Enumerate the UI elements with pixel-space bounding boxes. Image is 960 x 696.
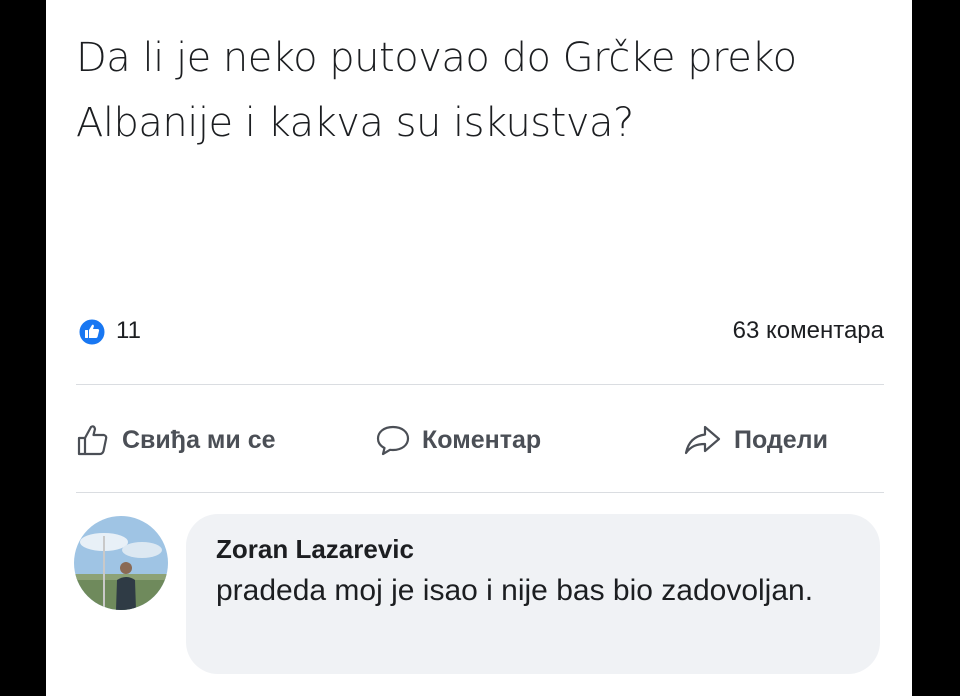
post-text: Da li je neko putovao do Grčke preko Alb… (76, 35, 797, 146)
like-button[interactable]: Свиђа ми се (76, 420, 276, 460)
comment-bubble: Zoran Lazarevic pradeda moj je isao i ni… (186, 514, 880, 674)
thumbs-up-icon (77, 425, 108, 456)
comment-button-label: Коментар (422, 425, 542, 454)
comment-author[interactable]: Zoran Lazarevic (216, 534, 414, 565)
like-button-label: Свиђа ми се (122, 425, 276, 454)
divider (76, 492, 884, 493)
comment-button[interactable]: Коментар (376, 420, 541, 460)
reactions-bar: 11 63 коментара (76, 316, 884, 348)
avatar[interactable] (74, 516, 168, 610)
comment-text: pradeda moj je isao i nije bas bio zadov… (216, 574, 814, 607)
profile-photo (74, 516, 168, 610)
comments-count[interactable]: 63 коментара (733, 317, 884, 345)
post-card: Da li je neko putovao do Grčke preko Alb… (46, 0, 912, 696)
share-button[interactable]: Подели (684, 420, 828, 460)
speech-bubble-icon (376, 425, 410, 456)
share-arrow-icon (684, 425, 721, 455)
divider (76, 384, 884, 385)
like-reaction-icon[interactable] (78, 318, 106, 346)
comment-item: Zoran Lazarevic pradeda moj je isao i ni… (74, 514, 886, 674)
share-button-label: Подели (734, 425, 828, 454)
like-count[interactable]: 11 (116, 317, 141, 345)
